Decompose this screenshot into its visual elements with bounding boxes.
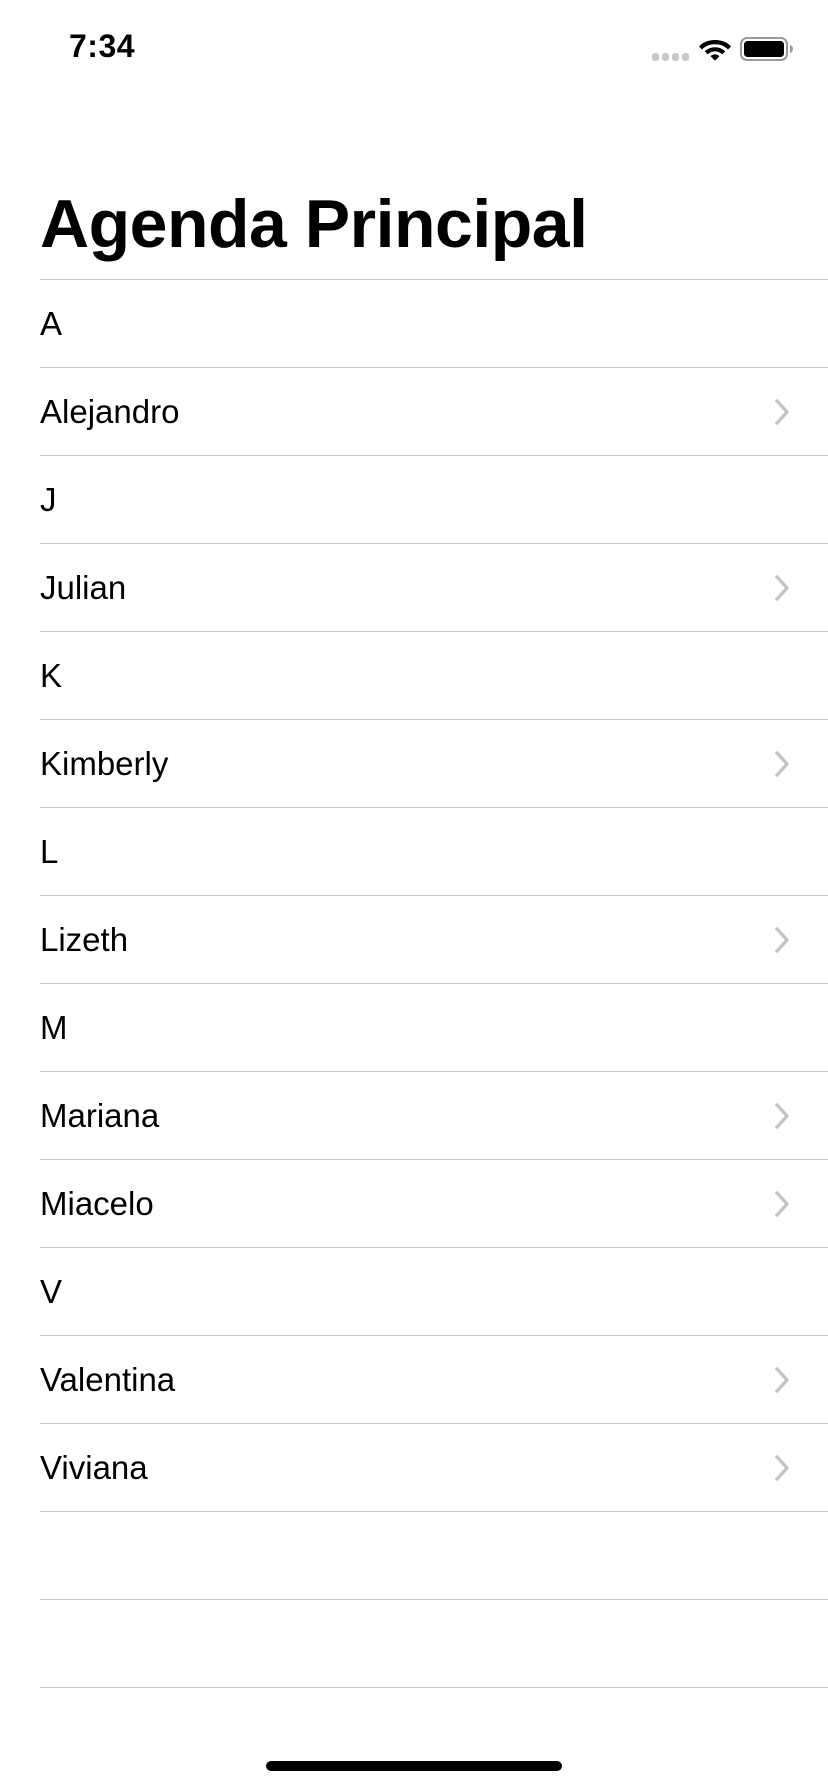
section-header-row: L (40, 807, 828, 895)
chevron-right-icon (775, 751, 789, 777)
section-header-row: J (40, 455, 828, 543)
contacts-table[interactable]: A Alejandro J Julian K Kimberly L Lizeth… (0, 279, 828, 1775)
section-header-row: M (40, 983, 828, 1071)
section-header-label: M (40, 1009, 68, 1046)
contact-row-julian[interactable]: Julian (40, 543, 828, 631)
contact-row-lizeth[interactable]: Lizeth (40, 895, 828, 983)
section-header-label: A (40, 305, 63, 342)
section-header-row: A (40, 279, 828, 367)
wifi-icon (699, 40, 731, 61)
contact-row-viviana[interactable]: Viviana (40, 1423, 828, 1511)
home-indicator[interactable] (266, 1761, 562, 1771)
empty-row (40, 1599, 828, 1687)
contact-row-miacelo[interactable]: Miacelo (40, 1159, 828, 1247)
section-header-label: V (40, 1273, 63, 1310)
section-header-row: K (40, 631, 828, 719)
page-title: Agenda Principal (40, 186, 588, 262)
contact-row-valentina[interactable]: Valentina (40, 1335, 828, 1423)
chevron-right-icon (775, 1455, 789, 1481)
chevron-right-icon (775, 1191, 789, 1217)
empty-row (40, 1511, 828, 1599)
chevron-right-icon (775, 927, 789, 953)
chevron-right-icon (775, 1367, 789, 1393)
section-header-label: J (40, 481, 57, 518)
section-header-label: K (40, 657, 63, 694)
signal-icon (652, 53, 689, 61)
chevron-right-icon (775, 1103, 789, 1129)
contact-name: Mariana (40, 1097, 160, 1134)
contact-row-alejandro[interactable]: Alejandro (40, 367, 828, 455)
contact-name: Julian (40, 569, 127, 606)
contact-name: Valentina (40, 1361, 176, 1398)
contact-row-kimberly[interactable]: Kimberly (40, 719, 828, 807)
contact-name: Alejandro (40, 393, 180, 430)
contact-row-mariana[interactable]: Mariana (40, 1071, 828, 1159)
contact-name: Lizeth (40, 921, 129, 958)
status-time: 7:34 (69, 28, 136, 64)
contact-name: Miacelo (40, 1185, 154, 1222)
section-header-label: L (40, 833, 59, 870)
contact-name: Viviana (40, 1449, 148, 1486)
section-header-row: V (40, 1247, 828, 1335)
chevron-right-icon (775, 399, 789, 425)
battery-icon (740, 37, 793, 61)
contact-name: Kimberly (40, 745, 169, 782)
status-bar: 7:34 (0, 0, 828, 100)
chevron-right-icon (775, 575, 789, 601)
